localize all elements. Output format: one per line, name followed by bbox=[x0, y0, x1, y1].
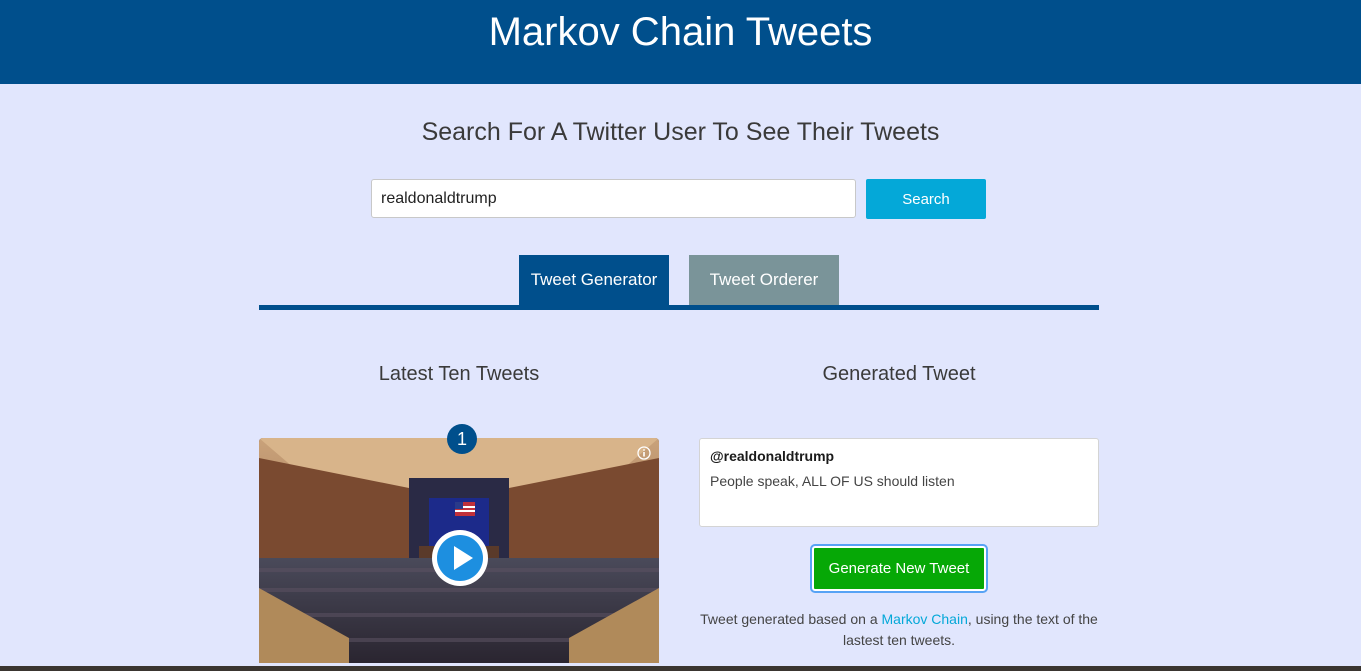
note-text-before: Tweet generated based on a bbox=[700, 611, 882, 627]
app-header: Markov Chain Tweets bbox=[0, 0, 1361, 84]
search-button[interactable]: Search bbox=[866, 179, 986, 219]
tab-tweet-generator[interactable]: Tweet Generator bbox=[519, 255, 669, 305]
tab-underline bbox=[259, 305, 1099, 310]
search-heading: Search For A Twitter User To See Their T… bbox=[421, 118, 940, 146]
tab-tweet-orderer[interactable]: Tweet Orderer bbox=[689, 255, 839, 305]
bottom-edge bbox=[0, 666, 1361, 671]
latest-tweets-heading: Latest Ten Tweets bbox=[378, 363, 540, 385]
generated-tweet-card: @realdonaldtrump People speak, ALL OF US… bbox=[699, 438, 1099, 527]
app-title: Markov Chain Tweets bbox=[488, 10, 873, 54]
markov-chain-link[interactable]: Markov Chain bbox=[882, 611, 968, 627]
info-icon[interactable] bbox=[637, 446, 651, 460]
generated-tweet-heading: Generated Tweet bbox=[822, 363, 976, 385]
tweet-text: People speak, ALL OF US should listen bbox=[710, 473, 955, 489]
generate-new-tweet-button[interactable]: Generate New Tweet bbox=[810, 544, 988, 593]
search-input[interactable] bbox=[371, 179, 856, 218]
generation-note: Tweet generated based on a Markov Chain,… bbox=[699, 609, 1099, 651]
play-icon[interactable] bbox=[430, 528, 490, 588]
tweet-index-badge: 1 bbox=[447, 424, 477, 454]
tweet-handle: @realdonaldtrump bbox=[710, 448, 835, 464]
